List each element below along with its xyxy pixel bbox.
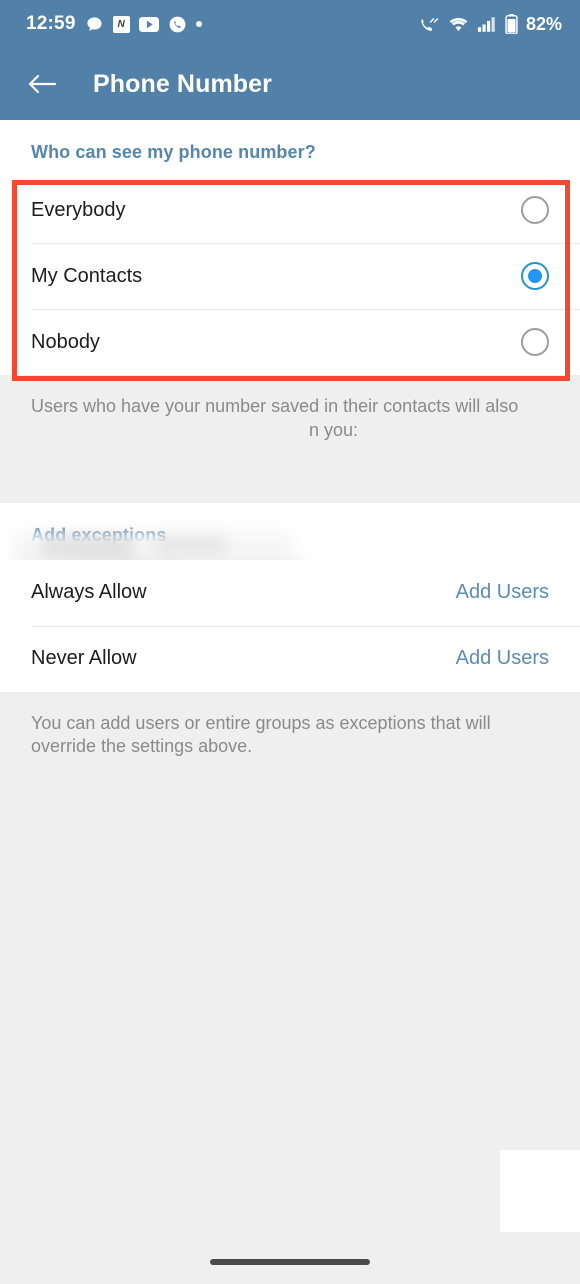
status-time: 12:59: [26, 13, 76, 34]
news-icon: N: [112, 15, 130, 33]
navigation-bar: [0, 1240, 580, 1284]
gesture-nav-pill[interactable]: [210, 1259, 370, 1265]
radio-nobody[interactable]: [521, 328, 549, 356]
exception-label: Never Allow: [31, 647, 137, 669]
battery-percentage: 82%: [525, 13, 562, 34]
add-users-never-allow[interactable]: Add Users: [456, 647, 549, 670]
privacy-description: Users who have your number saved in thei…: [0, 375, 580, 503]
exceptions-section-header: Add exceptions: [31, 524, 167, 545]
chat-bubble-icon: [85, 15, 104, 34]
option-label: Everybody: [31, 198, 126, 221]
dot-icon: [195, 21, 202, 27]
phone-circle-icon: [168, 15, 187, 34]
settings-content: Who can see my phone number? Everybody M…: [0, 120, 580, 1284]
wifi-calling-icon: [419, 15, 440, 33]
option-label: My Contacts: [31, 264, 143, 287]
page-title: Phone Number: [93, 69, 272, 98]
exceptions-card: Add exceptions Always Allow Add Users Ne…: [0, 502, 580, 692]
privacy-option-everybody[interactable]: Everybody: [0, 177, 580, 243]
wifi-icon: [448, 16, 469, 33]
radio-my-contacts[interactable]: [521, 262, 549, 290]
exception-label: Always Allow: [31, 581, 147, 603]
exceptions-footnote: You can add users or entire groups as ex…: [0, 691, 580, 781]
status-bar: 12:59 N 82%: [0, 0, 580, 48]
phone-screen: 12:59 N 82% Phone Number Who can see my …: [0, 0, 580, 1284]
back-button[interactable]: [22, 64, 62, 104]
status-bar-right: 82%: [419, 14, 562, 35]
exception-row-never-allow[interactable]: Never Allow Add Users: [0, 625, 580, 692]
radio-everybody[interactable]: [521, 196, 549, 224]
battery-icon: [505, 14, 518, 34]
blank-overlay-patch: [500, 1150, 580, 1232]
privacy-description-line2: n you:: [309, 419, 359, 440]
cellular-signal-icon: [477, 16, 497, 33]
option-label: Nobody: [31, 330, 100, 353]
privacy-option-my-contacts[interactable]: My Contacts: [0, 243, 580, 309]
privacy-description-line1: Users who have your number saved in thei…: [31, 396, 519, 416]
back-arrow-icon: [28, 74, 57, 94]
privacy-section-header: Who can see my phone number?: [31, 142, 316, 162]
exception-row-always-allow[interactable]: Always Allow Add Users: [0, 559, 580, 626]
app-bar: Phone Number: [0, 48, 580, 120]
youtube-icon: [138, 16, 159, 32]
add-users-always-allow[interactable]: Add Users: [456, 581, 549, 604]
status-bar-left: 12:59 N: [26, 13, 202, 35]
privacy-option-nobody[interactable]: Nobody: [0, 309, 580, 375]
privacy-card: Who can see my phone number? Everybody M…: [0, 120, 580, 375]
